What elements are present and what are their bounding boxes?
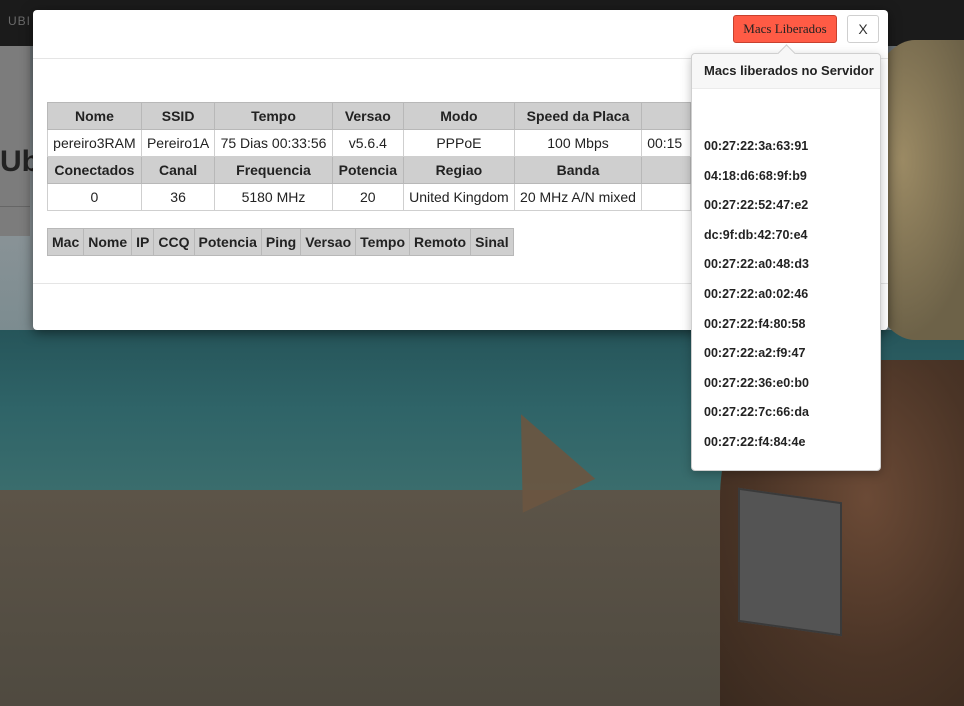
value-potencia: 20 (331, 183, 404, 211)
info-header-row-1: Nome SSID Tempo Versao Modo Speed da Pla… (47, 102, 691, 130)
close-button[interactable]: X (847, 15, 879, 43)
mac-list-item: 00:27:22:3a:63:91 (704, 139, 809, 153)
value-versao: v5.6.4 (331, 129, 404, 157)
mac-list-item: 00:27:22:a0:02:46 (704, 286, 809, 301)
clients-header-mac: Mac (46, 228, 85, 256)
mac-list: 00:27:22:3a:63:91 04:18:d6:68:9f:b9 00:2… (704, 136, 809, 462)
header-canal: Canal (140, 156, 216, 184)
header-conectados: Conectados (47, 156, 142, 184)
clients-header-potencia: Potencia (193, 228, 262, 256)
clients-header-row: Mac Nome IP CCQ Potencia Ping Versao Tem… (46, 228, 514, 256)
mac-list-item: 00:27:22:52:47:e2 (704, 198, 809, 213)
clients-table: Mac Nome IP CCQ Potencia Ping Versao Tem… (46, 228, 514, 256)
background-nav-brand: UBI (8, 14, 32, 28)
header-versao: Versao (331, 102, 404, 130)
clients-table-wrapper: Mac Nome IP CCQ Potencia Ping Versao Tem… (46, 228, 514, 256)
mac-list-item: 00:27:22:7c:66:da (704, 405, 809, 420)
value-hidden-column: 00:15 (641, 129, 691, 157)
clients-header-ip: IP (131, 228, 155, 256)
mac-list-item: dc:9f:db:42:70:e4 (704, 227, 808, 242)
modal-header: Macs Liberados X (33, 10, 888, 59)
header-ssid: SSID (140, 102, 216, 130)
header-tempo: Tempo (214, 102, 333, 130)
macs-liberados-button[interactable]: Macs Liberados (733, 15, 837, 43)
header-hidden-column (641, 102, 691, 130)
header-frequencia: Frequencia (214, 156, 333, 184)
header-modo: Modo (402, 102, 515, 130)
clients-header-ccq: CCQ (153, 228, 195, 256)
mac-list-item: 00:27:22:f4:84:4e (704, 434, 806, 449)
clients-header-nome: Nome (83, 228, 133, 256)
header-potencia: Potencia (331, 156, 404, 184)
value-nome: pereiro3RAM (47, 129, 142, 157)
modal-body: Nome SSID Tempo Versao Modo Speed da Pla… (33, 102, 691, 222)
value-regiao: United Kingdom (402, 183, 515, 211)
clients-header-remoto: Remoto (408, 228, 472, 256)
value-conectados: 0 (47, 183, 142, 211)
macs-popover: Macs liberados no Servidor 00:27:22:3a:6… (691, 44, 881, 471)
header-regiao: Regiao (402, 156, 515, 184)
value-modo: PPPoE (402, 129, 515, 157)
value-speed-da-placa: 100 Mbps (513, 129, 643, 157)
mac-list-item: 04:18:d6:68:9f:b9 (704, 168, 807, 183)
clients-header-sinal: Sinal (470, 228, 514, 256)
value-canal: 36 (140, 183, 216, 211)
screen: UBI Ubi Macs Liberados X Nome SSID Tempo… (0, 0, 964, 706)
header-hidden-column-2 (641, 156, 691, 184)
mac-list-item: 00:27:22:36:e0:b0 (704, 375, 809, 390)
info-header-row-2: Conectados Canal Frequencia Potencia Reg… (47, 156, 691, 184)
mac-list-item: 00:27:22:f4:80:58 (704, 316, 806, 331)
value-ssid: Pereiro1A (140, 129, 216, 157)
header-banda: Banda (513, 156, 643, 184)
header-nome: Nome (47, 102, 142, 130)
value-hidden-column-2 (641, 183, 691, 211)
background-laptop (738, 487, 842, 637)
clients-header-versao: Versao (300, 228, 357, 256)
info-value-row-1: pereiro3RAM Pereiro1A 75 Dias 00:33:56 v… (47, 129, 691, 157)
value-tempo: 75 Dias 00:33:56 (214, 129, 333, 157)
value-banda: 20 MHz A/N mixed (513, 183, 643, 211)
background-page-divider (0, 206, 30, 207)
background-page-panel (0, 46, 30, 236)
mac-list-item: 00:27:22:a2:f9:47 (704, 346, 806, 361)
popover-title: Macs liberados no Servidor (692, 54, 880, 89)
info-value-row-2: 0 36 5180 MHz 20 United Kingdom 20 MHz A… (47, 183, 691, 211)
clients-header-tempo: Tempo (355, 228, 410, 256)
header-speed-da-placa: Speed da Placa (513, 102, 643, 130)
mac-list-item: 00:27:22:a0:48:d3 (704, 257, 809, 272)
clients-header-ping: Ping (260, 228, 302, 256)
device-info-table: Nome SSID Tempo Versao Modo Speed da Pla… (47, 102, 691, 211)
value-frequencia: 5180 MHz (214, 183, 333, 211)
